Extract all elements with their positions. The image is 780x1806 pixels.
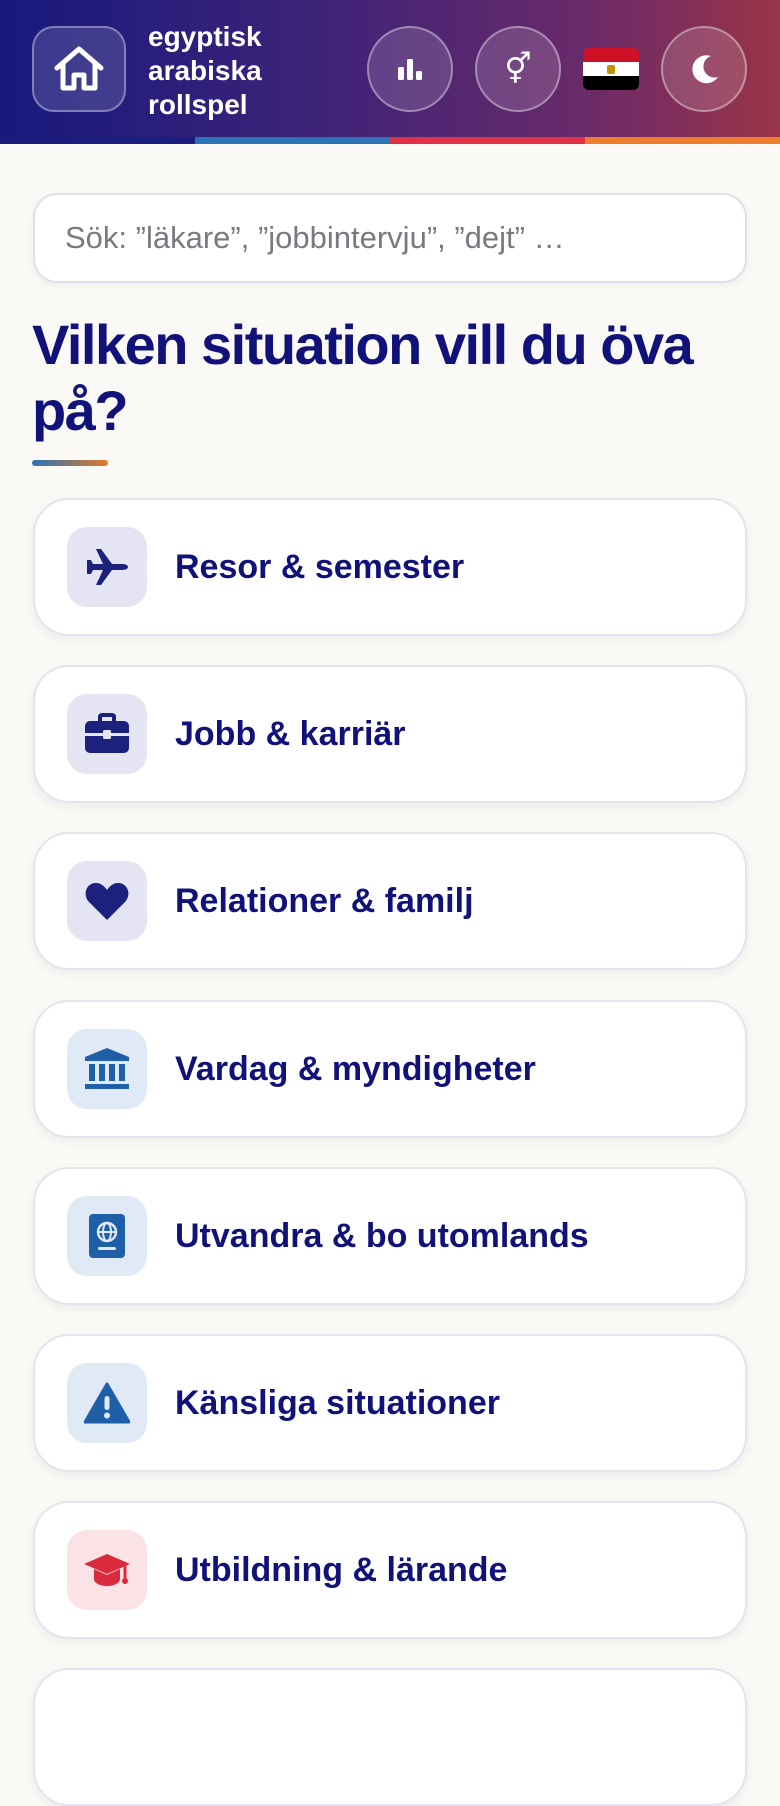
- category-label: Resor & semester: [175, 548, 465, 586]
- app-title-line: rollspel: [148, 89, 248, 120]
- search-input[interactable]: [33, 193, 747, 283]
- app-title: egyptisk arabiska rollspel: [148, 20, 348, 122]
- category-label: Utvandra & bo utomlands: [175, 1217, 589, 1255]
- category-label: Relationer & familj: [175, 882, 474, 920]
- page-title: Vilken situation vill du öva på?: [32, 313, 694, 442]
- title-underline: [32, 460, 108, 466]
- category-label: Vardag & myndigheter: [175, 1050, 536, 1088]
- category-icon-box: [67, 527, 147, 607]
- category-card-career[interactable]: Jobb & karriär: [33, 665, 747, 803]
- app-title-line: egyptisk: [148, 21, 262, 52]
- category-icon-box: [67, 1029, 147, 1109]
- stats-button[interactable]: [367, 26, 453, 112]
- dark-mode-button[interactable]: [661, 26, 747, 112]
- category-icon-box: [67, 1530, 147, 1610]
- app-title-line: arabiska: [148, 55, 262, 86]
- category-label: Känsliga situationer: [175, 1384, 500, 1422]
- warning-icon: [84, 1382, 130, 1424]
- category-icon-box: [67, 694, 147, 774]
- bank-icon: [85, 1048, 129, 1089]
- header-color-stripe: [0, 137, 780, 144]
- bar-chart-icon: [398, 59, 422, 80]
- category-card-relations[interactable]: Relationer & familj: [33, 832, 747, 970]
- category-card-travel[interactable]: Resor & semester: [33, 498, 747, 636]
- passport-icon: [89, 1214, 125, 1258]
- category-card-sensitive[interactable]: Känsliga situationer: [33, 1334, 747, 1472]
- category-icon-box: [67, 1363, 147, 1443]
- airplane-icon: [87, 549, 128, 585]
- app-header: egyptisk arabiska rollspel ⚥: [0, 0, 780, 140]
- category-card-everyday[interactable]: Vardag & myndigheter: [33, 1000, 747, 1138]
- gender-icon: ⚥: [504, 52, 532, 86]
- home-button[interactable]: [32, 26, 126, 112]
- graduation-cap-icon: [84, 1554, 130, 1586]
- heart-icon: [85, 882, 129, 920]
- category-card-education[interactable]: Utbildning & lärande: [33, 1501, 747, 1639]
- category-card-partial[interactable]: [33, 1668, 747, 1806]
- egypt-flag-icon[interactable]: [583, 48, 639, 90]
- category-icon-box: [67, 861, 147, 941]
- moon-icon: [692, 55, 718, 84]
- gender-button[interactable]: ⚥: [475, 26, 561, 112]
- home-icon: [54, 46, 104, 91]
- category-label: Jobb & karriär: [175, 715, 406, 753]
- category-icon-box: [67, 1196, 147, 1276]
- briefcase-icon: [85, 713, 129, 753]
- category-label: Utbildning & lärande: [175, 1551, 508, 1589]
- category-card-emigrate[interactable]: Utvandra & bo utomlands: [33, 1167, 747, 1305]
